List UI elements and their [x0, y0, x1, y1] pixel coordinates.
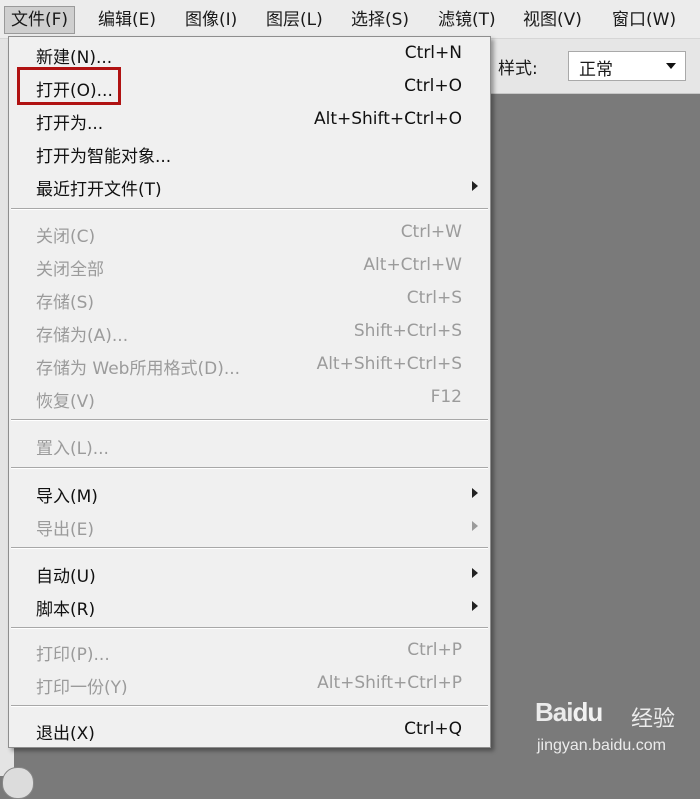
menu-item-revert[interactable]: 恢复(V) F12 [9, 383, 490, 413]
menu-item-label: 置入(L)... [36, 439, 109, 459]
menu-separator [11, 208, 488, 210]
menu-item-shortcut: Ctrl+P [407, 640, 462, 660]
menu-item-label: 自动(U) [36, 567, 96, 587]
style-label: 样式: [498, 59, 538, 79]
menu-item-label: 关闭(C) [36, 227, 96, 247]
menu-item-close[interactable]: 关闭(C) Ctrl+W [9, 218, 490, 248]
menu-item-shortcut: Alt+Shift+Ctrl+O [313, 109, 462, 129]
menu-layer[interactable]: 图层(L) [260, 6, 329, 34]
menu-item-export[interactable]: 导出(E) [9, 511, 490, 541]
menu-item-exit[interactable]: 退出(X) Ctrl+Q [9, 715, 490, 745]
menu-item-import[interactable]: 导入(M) [9, 478, 490, 508]
submenu-arrow-icon [472, 521, 478, 531]
options-bar: 样式: 正常 [490, 39, 700, 94]
menu-item-label: 打印一份(Y) [36, 678, 128, 698]
file-menu-dropdown: 新建(N)... Ctrl+N 打开(O)... Ctrl+O 打开为... A… [8, 36, 491, 748]
menu-item-open-as-smart-object[interactable]: 打开为智能对象... [9, 138, 490, 168]
menu-item-label: 恢复(V) [36, 392, 95, 412]
menu-item-label: 打开为... [36, 114, 104, 134]
menu-item-print[interactable]: 打印(P)... Ctrl+P [9, 636, 490, 666]
highlight-annotation-box [17, 67, 121, 105]
menu-item-close-all[interactable]: 关闭全部 Alt+Ctrl+W [9, 251, 490, 281]
menu-bar: 文件(F) 编辑(E) 图像(I) 图层(L) 选择(S) 滤镜(T) 视图(V… [0, 0, 700, 39]
menu-separator [11, 547, 488, 549]
menu-item-shortcut: Shift+Ctrl+S [353, 321, 462, 341]
menu-item-shortcut: F12 [430, 387, 462, 407]
menu-item-label: 打开为智能对象... [36, 147, 172, 167]
menu-item-shortcut: Ctrl+Q [404, 719, 462, 739]
menu-item-label: 最近打开文件(T) [36, 180, 162, 200]
menu-item-save[interactable]: 存储(S) Ctrl+S [9, 284, 490, 314]
chevron-down-icon [666, 63, 676, 69]
menu-item-label: 存储为(A)... [36, 326, 129, 346]
menu-item-shortcut: Ctrl+S [406, 288, 462, 308]
submenu-arrow-icon [472, 181, 478, 191]
submenu-arrow-icon [472, 488, 478, 498]
menu-item-shortcut: Ctrl+N [404, 43, 462, 63]
menu-item-shortcut: Alt+Shift+Ctrl+S [316, 354, 462, 374]
menu-item-shortcut: Alt+Shift+Ctrl+P [317, 673, 462, 693]
menu-item-label: 导入(M) [36, 487, 98, 507]
menu-item-print-one-copy[interactable]: 打印一份(Y) Alt+Shift+Ctrl+P [9, 669, 490, 699]
menu-select[interactable]: 选择(S) [345, 6, 415, 34]
menu-item-label: 打印(P)... [36, 645, 110, 665]
watermark-brand: 经验 [631, 707, 676, 732]
submenu-arrow-icon [472, 601, 478, 611]
menu-item-shortcut: Ctrl+W [400, 222, 462, 242]
style-select-value: 正常 [579, 60, 613, 80]
menu-separator [11, 419, 488, 421]
menu-item-recent-files[interactable]: 最近打开文件(T) [9, 171, 490, 201]
menu-edit[interactable]: 编辑(E) [92, 6, 162, 34]
menu-item-open-as[interactable]: 打开为... Alt+Shift+Ctrl+O [9, 105, 490, 135]
menu-item-label: 新建(N)... [36, 48, 113, 68]
baidu-logo: Baidu [535, 697, 603, 727]
watermark: Baidu 经验 jingyan.baidu.com [535, 697, 695, 767]
menu-item-label: 导出(E) [36, 520, 95, 540]
menu-separator [11, 467, 488, 469]
menu-item-save-as[interactable]: 存储为(A)... Shift+Ctrl+S [9, 317, 490, 347]
menu-item-label: 存储(S) [36, 293, 95, 313]
menu-item-shortcut: Ctrl+O [404, 76, 462, 96]
menu-item-shortcut: Alt+Ctrl+W [363, 255, 462, 275]
menu-item-label: 脚本(R) [36, 600, 96, 620]
menu-filter[interactable]: 滤镜(T) [432, 6, 502, 34]
menu-item-save-for-web[interactable]: 存储为 Web所用格式(D)... Alt+Shift+Ctrl+S [9, 350, 490, 380]
menu-item-label: 退出(X) [36, 724, 95, 744]
menu-separator [11, 705, 488, 707]
menu-item-label: 关闭全部 [36, 260, 104, 280]
style-select[interactable]: 正常 [568, 51, 686, 81]
menu-item-label: 存储为 Web所用格式(D)... [36, 359, 241, 379]
menu-image[interactable]: 图像(I) [179, 6, 243, 34]
menu-window[interactable]: 窗口(W) [606, 6, 682, 34]
menu-item-scripts[interactable]: 脚本(R) [9, 591, 490, 621]
menu-view[interactable]: 视图(V) [517, 6, 588, 34]
watermark-site: jingyan.baidu.com [537, 737, 666, 754]
menu-separator [11, 627, 488, 629]
menu-file[interactable]: 文件(F) [4, 6, 76, 34]
menu-item-automate[interactable]: 自动(U) [9, 558, 490, 588]
menu-item-place[interactable]: 置入(L)... [9, 430, 490, 460]
tool-icon[interactable] [2, 767, 34, 799]
submenu-arrow-icon [472, 568, 478, 578]
menu-item-new[interactable]: 新建(N)... Ctrl+N [9, 39, 490, 69]
